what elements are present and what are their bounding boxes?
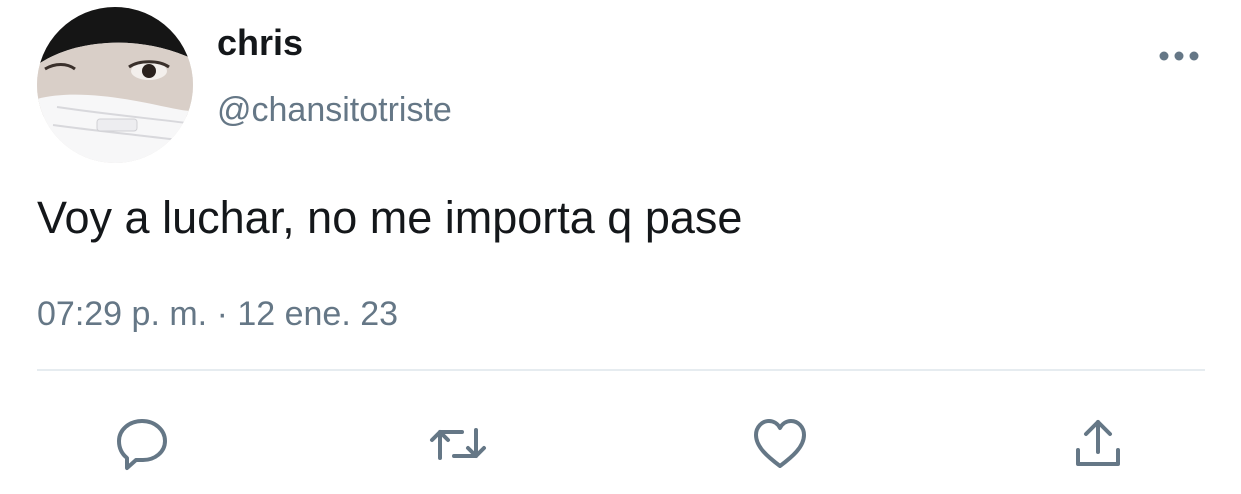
tweet-date: 12 ene. 23 — [237, 295, 399, 333]
reply-button[interactable] — [112, 414, 172, 474]
divider — [37, 369, 1205, 371]
share-button[interactable] — [1068, 414, 1128, 474]
more-horizontal-icon[interactable] — [1158, 46, 1200, 66]
tweet-card: chris @chansitotriste Voy a luchar, no m… — [0, 0, 1241, 494]
avatar-photo — [37, 7, 193, 163]
display-name[interactable]: chris — [217, 22, 303, 64]
like-button[interactable] — [750, 414, 810, 474]
reply-icon — [117, 419, 167, 470]
retweet-icon — [430, 428, 486, 460]
tweet-time: 07:29 p. m. — [37, 295, 208, 333]
tweet-text: Voy a luchar, no me importa q pase — [37, 192, 743, 243]
heart-icon — [754, 419, 806, 468]
avatar[interactable] — [37, 7, 193, 163]
share-icon — [1076, 420, 1120, 466]
retweet-button[interactable] — [428, 414, 488, 474]
user-handle[interactable]: @chansitotriste — [217, 89, 452, 131]
tweet-timestamp[interactable]: 07:29 p. m. · 12 ene. 23 — [37, 292, 398, 336]
meta-separator: · — [216, 295, 228, 333]
